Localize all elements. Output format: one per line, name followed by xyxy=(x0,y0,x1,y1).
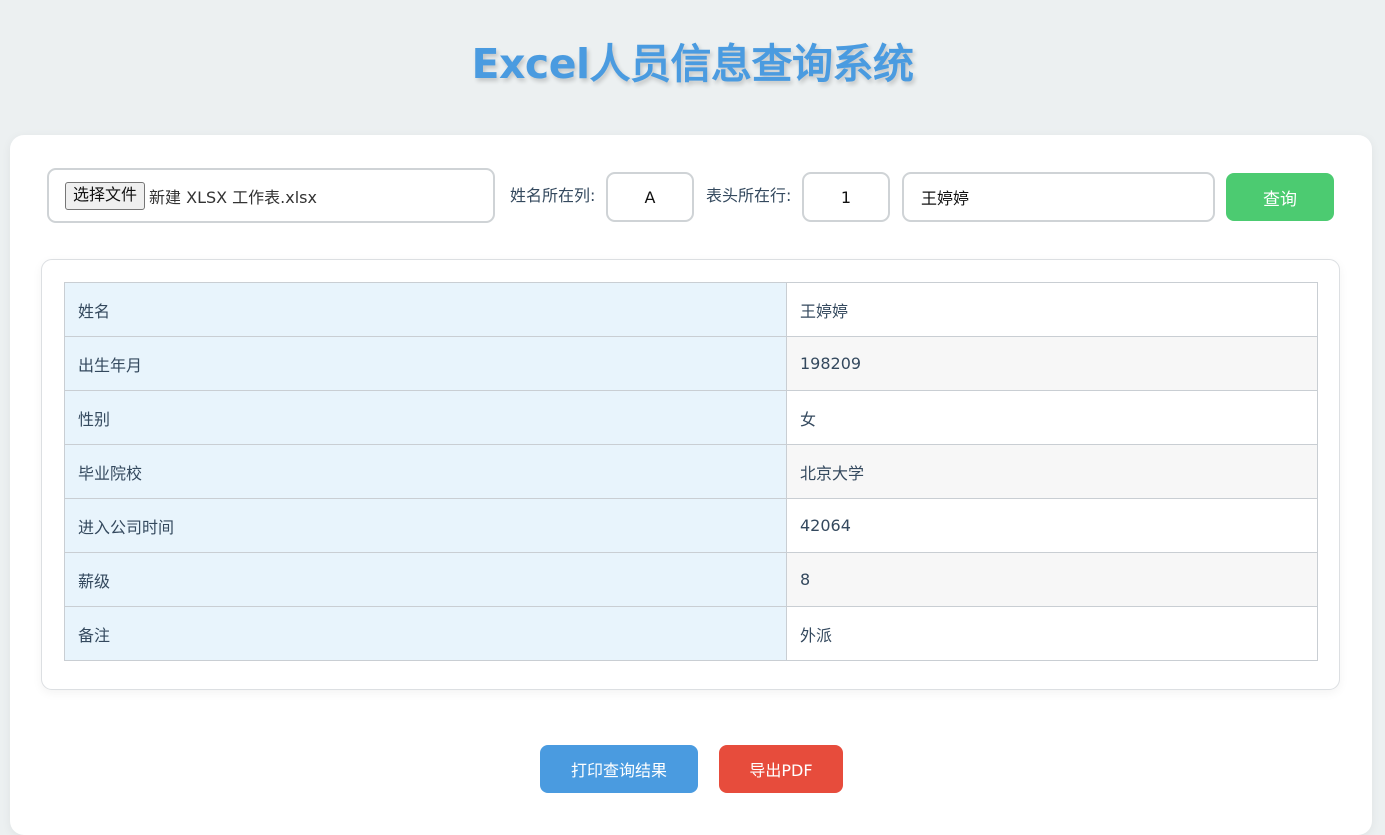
field-value-cell: 42064 xyxy=(786,498,1318,553)
table-row: 进入公司时间 42064 xyxy=(64,498,1318,553)
query-controls: 选择文件 新建 XLSX 工作表.xlsx 姓名所在列: 表头所在行: 查询 xyxy=(10,135,1372,255)
main-card: 选择文件 新建 XLSX 工作表.xlsx 姓名所在列: 表头所在行: 查询 姓… xyxy=(10,135,1372,835)
export-pdf-button[interactable]: 导出PDF xyxy=(719,745,843,793)
result-panel: 姓名 王婷婷 出生年月 198209 性别女毕业院校 北京大学 进入公司时间 42064 薪级 8… xyxy=(41,259,1340,690)
field-value-cell: 外派 xyxy=(786,606,1318,661)
table-row: 薪级 8 xyxy=(64,552,1318,607)
field-name-cell: 薪级 xyxy=(64,552,787,607)
field-name-cell: 毕业院校 xyxy=(64,444,787,499)
table-row: 性别女 xyxy=(64,390,1318,445)
header-row-label: 表头所在行: xyxy=(706,186,792,205)
field-value-cell: 王婷婷 xyxy=(786,282,1318,337)
file-picker[interactable]: 选择文件 新建 XLSX 工作表.xlsx xyxy=(47,168,495,223)
field-value-cell: 女 xyxy=(786,390,1318,445)
selected-file-name: 新建 XLSX 工作表.xlsx xyxy=(149,187,317,207)
table-row: 毕业院校 北京大学 xyxy=(64,444,1318,499)
name-column-input[interactable] xyxy=(606,172,694,222)
field-name-cell: 出生年月 xyxy=(64,336,787,391)
table-row: 出生年月 198209 xyxy=(64,336,1318,391)
field-value-cell: 198209 xyxy=(786,336,1318,391)
field-value-cell: 北京大学 xyxy=(786,444,1318,499)
name-column-label: 姓名所在列: xyxy=(510,186,596,205)
field-name-cell: 备注 xyxy=(64,606,787,661)
field-name-cell: 性别 xyxy=(64,390,787,445)
field-value-cell: 8 xyxy=(786,552,1318,607)
print-results-button[interactable]: 打印查询结果 xyxy=(540,745,698,793)
result-table: 姓名 王婷婷 出生年月 198209 性别女毕业院校 北京大学 进入公司时间 42064 薪级 8… xyxy=(64,282,1318,661)
table-row: 姓名 王婷婷 xyxy=(64,282,1318,337)
table-row: 备注 外派 xyxy=(64,606,1318,661)
choose-file-button[interactable]: 选择文件 xyxy=(65,181,146,210)
field-name-cell: 姓名 xyxy=(64,282,787,337)
page-title: Excel人员信息查询系统 xyxy=(471,40,914,88)
header-row-input[interactable] xyxy=(802,172,890,222)
query-button[interactable]: 查询 xyxy=(1226,173,1334,221)
field-name-cell: 进入公司时间 xyxy=(64,498,787,553)
search-name-input[interactable] xyxy=(902,172,1215,222)
